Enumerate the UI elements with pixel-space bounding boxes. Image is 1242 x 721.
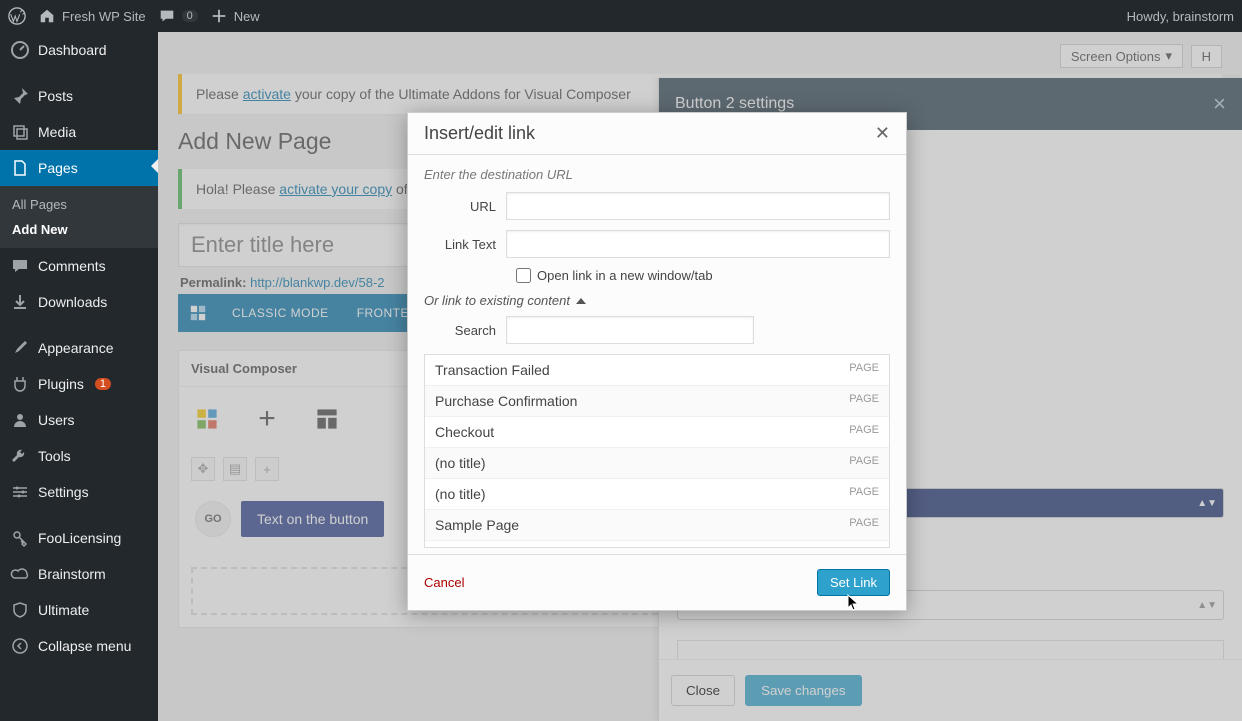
menu-plugins[interactable]: Plugins 1 — [0, 366, 158, 402]
menu-downloads[interactable]: Downloads — [0, 284, 158, 320]
menu-pages[interactable]: Pages — [0, 150, 158, 186]
site-link[interactable]: Fresh WP Site — [38, 7, 146, 25]
admin-sidebar: Dashboard Posts Media Pages All Pages Ad… — [0, 32, 158, 721]
new-link[interactable]: New — [210, 7, 260, 25]
site-name: Fresh WP Site — [62, 9, 146, 24]
result-row[interactable]: Sample PagePAGE — [425, 510, 889, 541]
cancel-button[interactable]: Cancel — [424, 575, 464, 590]
home-icon — [38, 7, 56, 25]
howdy[interactable]: Howdy, brainstorm — [1127, 9, 1234, 24]
modal-title: Insert/edit link — [424, 123, 535, 144]
result-row[interactable]: Purchase ConfirmationPAGE — [425, 386, 889, 417]
collapse-icon — [10, 636, 30, 656]
result-row[interactable]: CheckoutPAGE — [425, 417, 889, 448]
menu-brainstorm[interactable]: Brainstorm — [0, 556, 158, 592]
modal-close-icon[interactable]: ✕ — [875, 123, 890, 144]
link-results-list: Transaction FailedPAGE Purchase Confirma… — [424, 354, 890, 548]
result-row[interactable]: (no title)PAGE — [425, 479, 889, 510]
sliders-icon — [10, 482, 30, 502]
result-row[interactable]: Transaction FailedPAGE — [425, 355, 889, 386]
menu-ultimate[interactable]: Ultimate — [0, 592, 158, 628]
search-input[interactable] — [506, 316, 754, 344]
pages-submenu: All Pages Add New — [0, 186, 158, 248]
result-row[interactable]: Hello world!2015/07/13 — [425, 541, 889, 548]
set-link-button[interactable]: Set Link — [817, 569, 890, 596]
menu-users[interactable]: Users — [0, 402, 158, 438]
menu-appearance[interactable]: Appearance — [0, 330, 158, 366]
menu-posts[interactable]: Posts — [0, 78, 158, 114]
link-text-label: Link Text — [424, 237, 506, 252]
new-label: New — [234, 9, 260, 24]
search-label: Search — [424, 323, 506, 338]
menu-media[interactable]: Media — [0, 114, 158, 150]
menu-collapse[interactable]: Collapse menu — [0, 628, 158, 664]
user-icon — [10, 410, 30, 430]
media-icon — [10, 122, 30, 142]
menu-tools[interactable]: Tools — [0, 438, 158, 474]
pin-icon — [10, 86, 30, 106]
shield-icon — [10, 600, 30, 620]
existing-content-toggle[interactable]: Or link to existing content — [424, 293, 890, 308]
comments-link[interactable]: 0 — [158, 7, 198, 25]
download-icon — [10, 292, 30, 312]
cloud-icon — [10, 564, 30, 584]
link-text-input[interactable] — [506, 230, 890, 258]
comment-count: 0 — [182, 10, 198, 22]
comment-icon — [10, 256, 30, 276]
new-tab-checkbox[interactable] — [516, 268, 531, 283]
url-label: URL — [424, 199, 506, 214]
page-icon — [10, 158, 30, 178]
wp-logo[interactable] — [8, 7, 26, 25]
menu-dashboard[interactable]: Dashboard — [0, 32, 158, 68]
brush-icon — [10, 338, 30, 358]
submenu-add-new[interactable]: Add New — [0, 217, 158, 242]
result-row[interactable]: (no title)PAGE — [425, 448, 889, 479]
plugin-update-badge: 1 — [95, 378, 111, 390]
comment-icon — [158, 7, 176, 25]
insert-link-modal: Insert/edit link ✕ Enter the destination… — [407, 112, 907, 611]
triangle-up-icon — [576, 298, 586, 304]
menu-comments[interactable]: Comments — [0, 248, 158, 284]
wrench-icon — [10, 446, 30, 466]
dashboard-icon — [10, 40, 30, 60]
plug-icon — [10, 374, 30, 394]
menu-settings[interactable]: Settings — [0, 474, 158, 510]
key-icon — [10, 528, 30, 548]
wordpress-icon — [8, 7, 26, 25]
admin-bar: Fresh WP Site 0 New Howdy, brainstorm — [0, 0, 1242, 32]
plus-icon — [210, 7, 228, 25]
submenu-all-pages[interactable]: All Pages — [0, 192, 158, 217]
modal-hint: Enter the destination URL — [424, 167, 890, 182]
menu-foolicensing[interactable]: FooLicensing — [0, 520, 158, 556]
url-input[interactable] — [506, 192, 890, 220]
new-tab-label: Open link in a new window/tab — [537, 268, 713, 283]
